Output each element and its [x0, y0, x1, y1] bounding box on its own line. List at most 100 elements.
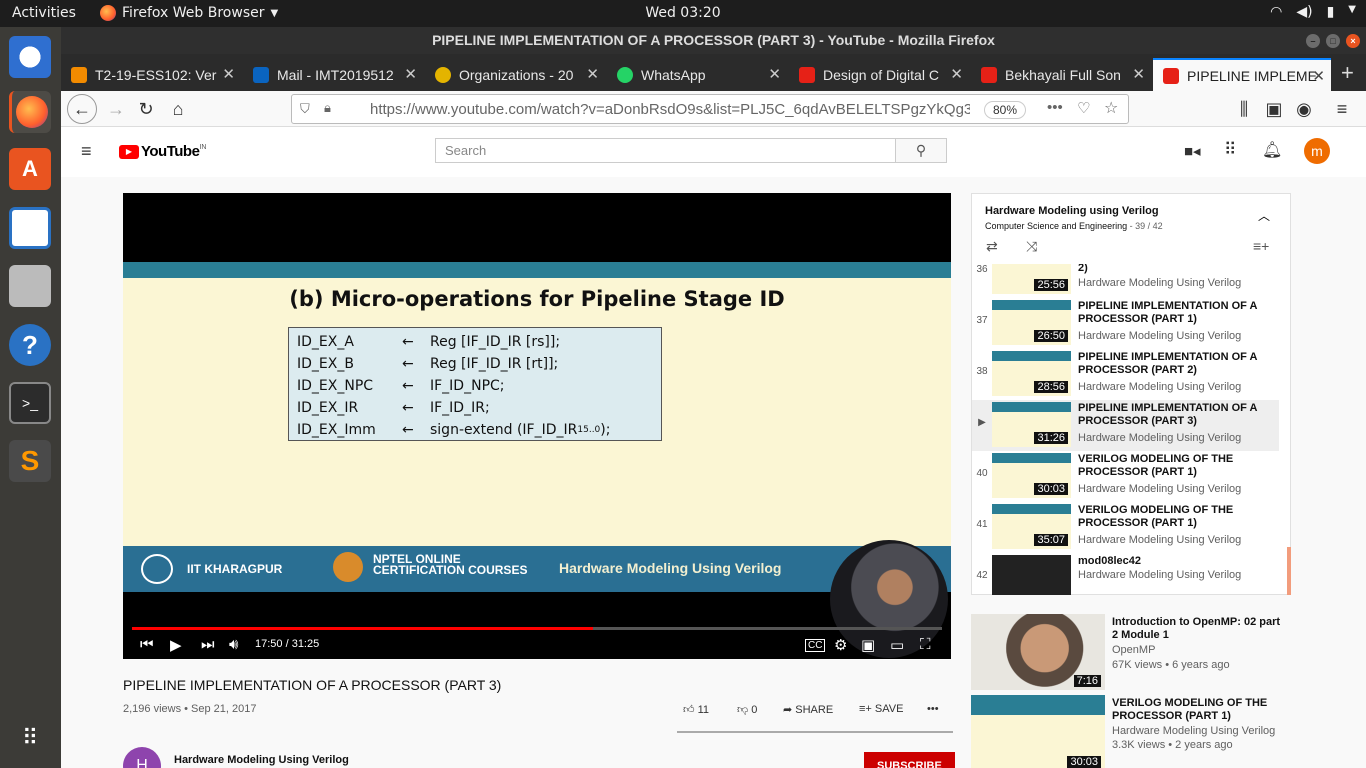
new-tab-button[interactable]: +: [1341, 60, 1354, 86]
settings-gear-icon[interactable]: ⚙: [834, 636, 847, 654]
address-bar[interactable]: ⛉ 🔒︎ https://www.youtube.com/watch?v=aDo…: [291, 94, 1129, 124]
video-player[interactable]: (b) Micro-operations for Pipeline Stage …: [123, 193, 951, 659]
volume-icon[interactable]: 🔊︎: [229, 636, 238, 653]
channel-name[interactable]: Hardware Modeling Using Verilog: [174, 754, 349, 766]
maximize-button[interactable]: □: [1326, 34, 1340, 48]
more-actions-icon[interactable]: •••: [927, 703, 939, 715]
reload-button[interactable]: ↻: [133, 97, 159, 121]
subscribe-button[interactable]: SUBSCRIBE: [864, 752, 955, 768]
code-line: ID_EX_A ← Reg [IF_ID_IR [rs]];: [297, 334, 561, 350]
channel-avatar[interactable]: H: [123, 747, 161, 768]
whatsapp-favicon-icon: [617, 66, 633, 83]
fullscreen-icon[interactable]: ⛶: [920, 636, 931, 653]
zoom-level[interactable]: 80%: [984, 101, 1027, 119]
playlist-item[interactable]: 42 mod08lec42 Hardware Modeling Using Veri…: [972, 553, 1279, 595]
playlist-item[interactable]: 36 25:56 2) Hardware Modeling Using Verilog: [972, 264, 1279, 298]
app-menu[interactable]: Firefox Web Browser ▼: [100, 5, 278, 21]
loop-icon[interactable]: ⇄: [986, 238, 998, 255]
apps-grid-icon[interactable]: ⠿: [1224, 140, 1236, 160]
create-video-icon[interactable]: ■◂: [1184, 142, 1201, 160]
chevron-down-icon: ▼: [270, 7, 279, 19]
collapse-chevron-icon[interactable]: ︿: [1258, 207, 1270, 224]
tab-organizations[interactable]: Organizations - 20 ✕: [425, 58, 605, 91]
battery-icon: ▮: [1326, 4, 1335, 20]
playlist-item[interactable]: 41 35:07 VERILOG MODELING OF THE PROCESSOR…: [972, 502, 1279, 553]
close-tab-icon[interactable]: ✕: [1312, 67, 1325, 85]
help-icon[interactable]: ?: [9, 324, 51, 366]
tab-design-digital[interactable]: Design of Digital C ✕: [789, 58, 969, 91]
theater-mode-icon[interactable]: ▭: [890, 636, 904, 654]
thunderbird-icon[interactable]: [9, 36, 51, 78]
playlist-subtitle: Computer Science and Engineering - 39 / …: [985, 221, 1163, 231]
tab-pipeline[interactable]: PIPELINE IMPLEME ✕: [1153, 58, 1331, 91]
shuffle-icon[interactable]: ⤨: [1026, 238, 1037, 255]
outlook-favicon-icon: [253, 66, 269, 83]
sidebar-icon[interactable]: ▣: [1261, 97, 1287, 121]
video-thumbnail: 35:07: [992, 504, 1071, 549]
playlist-item[interactable]: 37 26:50 PIPELINE IMPLEMENTATION OF A PROC…: [972, 298, 1279, 349]
progress-bar[interactable]: [132, 627, 942, 630]
software-center-icon[interactable]: A: [9, 148, 51, 190]
close-tab-icon[interactable]: ✕: [404, 65, 417, 83]
tab-mail[interactable]: Mail - IMT2019512 ✕: [243, 58, 423, 91]
tracking-shield-icon[interactable]: ⛉: [300, 101, 310, 117]
account-icon[interactable]: ◉: [1291, 97, 1317, 121]
activities-button[interactable]: Activities: [12, 5, 76, 21]
search-button[interactable]: ⚲: [895, 138, 947, 163]
page-actions-icon[interactable]: •••: [1047, 99, 1063, 116]
close-tab-icon[interactable]: ✕: [586, 65, 599, 83]
terminal-icon[interactable]: >_: [9, 382, 51, 424]
tab-whatsapp[interactable]: WhatsApp ✕: [607, 58, 787, 91]
url-text[interactable]: https://www.youtube.com/watch?v=aDonbRsd…: [370, 101, 970, 118]
add-to-queue-icon[interactable]: ≡+: [1253, 238, 1269, 254]
youtube-logo[interactable]: ▶ YouTube IN: [119, 143, 206, 160]
save-button[interactable]: ≡+ SAVE: [859, 703, 903, 715]
share-button[interactable]: ➦ SHARE: [783, 703, 833, 716]
chevron-down-icon: ▼: [1348, 4, 1356, 15]
captions-icon[interactable]: CC: [805, 639, 826, 652]
firefox-dock-icon[interactable]: [9, 91, 51, 133]
close-tab-icon[interactable]: ✕: [768, 65, 781, 83]
recommended-video[interactable]: 30:03 VERILOG MODELING OF THE PROCESSOR …: [971, 695, 1291, 768]
recommended-video[interactable]: 7:16 Introduction to OpenMP: 02 part 2 M…: [971, 614, 1291, 690]
code-box: ID_EX_A ← Reg [IF_ID_IR [rs]]; ID_EX_B ← Reg…: [288, 327, 662, 441]
dock: A ? >_ S ⠿: [0, 27, 61, 768]
pocket-icon[interactable]: ♡: [1077, 99, 1090, 117]
library-icon[interactable]: ⫼: [1231, 97, 1257, 121]
scrollbar-thumb[interactable]: [1287, 547, 1291, 595]
guide-menu-icon[interactable]: ≡: [81, 141, 92, 162]
back-button[interactable]: ←: [67, 94, 97, 124]
miniplayer-icon[interactable]: ▣: [861, 636, 875, 654]
lock-icon[interactable]: 🔒︎: [324, 100, 331, 116]
playlist-item-current[interactable]: ▶ 31:26 PIPELINE IMPLEMENTATION OF A PROCE…: [972, 400, 1279, 451]
tab-course[interactable]: T2-19-ESS102: Ver ✕: [61, 58, 241, 91]
close-tab-icon[interactable]: ✕: [222, 65, 235, 83]
sublime-icon[interactable]: S: [9, 440, 51, 482]
previous-icon[interactable]: ⏮: [140, 636, 154, 653]
close-window-button[interactable]: ×: [1346, 34, 1360, 48]
next-icon[interactable]: ⏭: [201, 636, 215, 653]
menu-icon[interactable]: ≡: [1329, 97, 1355, 121]
dislike-button[interactable]: 👎︎ 0: [737, 703, 757, 716]
home-button[interactable]: ⌂: [165, 97, 191, 121]
playlist-item[interactable]: 40 30:03 VERILOG MODELING OF THE PROCESSOR…: [972, 451, 1279, 502]
writer-icon[interactable]: [9, 207, 51, 249]
close-tab-icon[interactable]: ✕: [1132, 65, 1145, 83]
show-apps-icon[interactable]: ⠿: [9, 717, 51, 759]
close-tab-icon[interactable]: ✕: [950, 65, 963, 83]
bookmark-star-icon[interactable]: ☆: [1104, 98, 1118, 118]
play-icon[interactable]: ▶: [170, 636, 182, 654]
system-tray[interactable]: ◠ ◀) ▮ ▼: [1270, 4, 1356, 20]
search-input[interactable]: Search: [435, 138, 896, 163]
playlist-title[interactable]: Hardware Modeling using Verilog: [985, 205, 1159, 217]
playlist-item[interactable]: 38 28:56 PIPELINE IMPLEMENTATION OF A PROC…: [972, 349, 1279, 400]
files-icon[interactable]: [9, 265, 51, 307]
thumbs-up-icon: 👍︎: [683, 704, 695, 716]
playlist-items: 36 25:56 2) Hardware Modeling Using Verilog…: [972, 264, 1291, 595]
avatar[interactable]: m: [1304, 138, 1330, 164]
notifications-bell-icon[interactable]: 🔔︎: [1262, 140, 1282, 160]
forward-button[interactable]: →: [103, 97, 129, 121]
minimize-button[interactable]: –: [1306, 34, 1320, 48]
tab-bekhayali[interactable]: Bekhayali Full Son ✕: [971, 58, 1151, 91]
like-button[interactable]: 👍︎ 11: [683, 703, 709, 716]
